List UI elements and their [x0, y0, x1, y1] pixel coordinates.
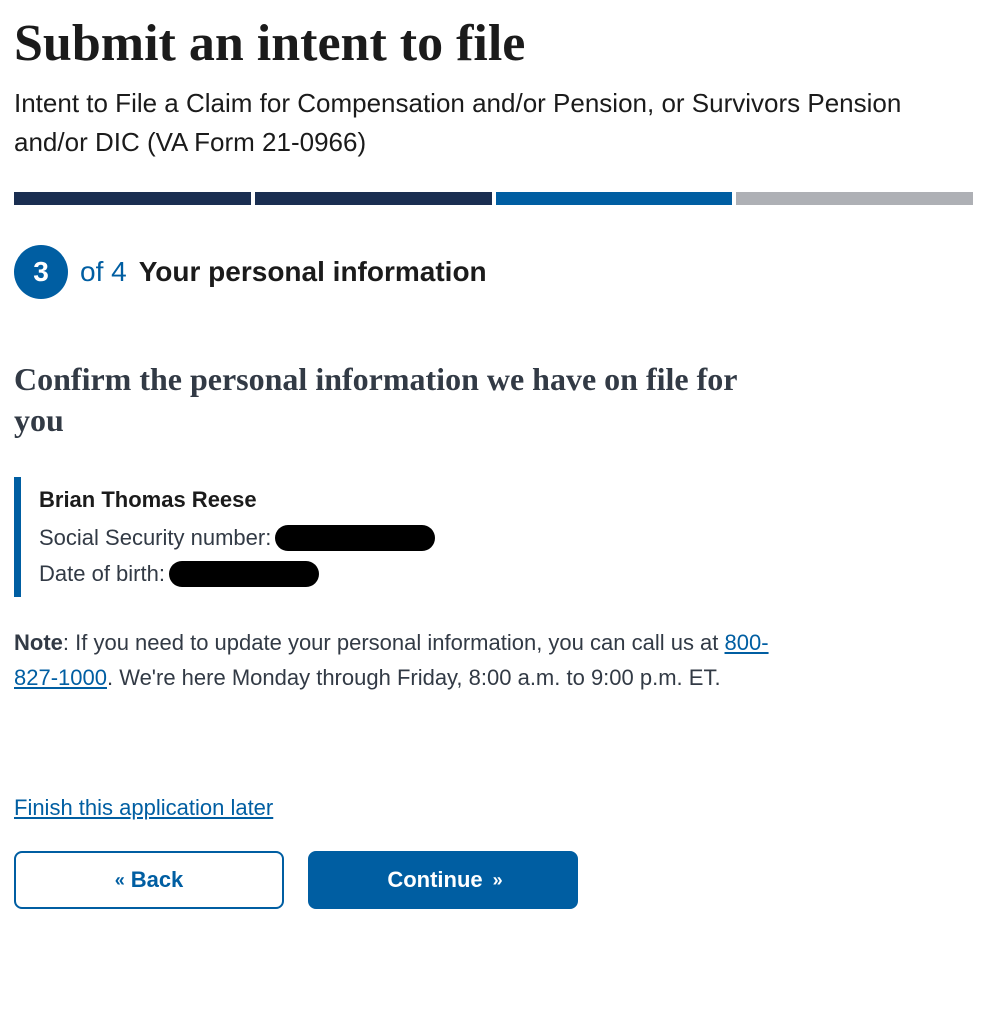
- progress-segment-2: [255, 192, 492, 205]
- continue-button[interactable]: Continue »: [308, 851, 578, 909]
- ssn-row: Social Security number:: [39, 525, 973, 551]
- step-header: 3 of 4 Your personal information: [14, 245, 973, 299]
- progress-bar: [14, 192, 973, 205]
- chevron-right-icon: »: [493, 870, 499, 891]
- dob-row: Date of birth:: [39, 561, 973, 587]
- note-label: Note: [14, 630, 63, 655]
- step-number-circle: 3: [14, 245, 68, 299]
- personal-name: Brian Thomas Reese: [39, 487, 973, 513]
- personal-info-card: Brian Thomas Reese Social Security numbe…: [14, 477, 973, 597]
- progress-segment-1: [14, 192, 251, 205]
- step-of-text: of 4: [80, 256, 127, 288]
- ssn-redacted: [275, 525, 435, 551]
- finish-later-link[interactable]: Finish this application later: [14, 795, 273, 821]
- back-button-label: Back: [131, 867, 184, 893]
- section-heading: Confirm the personal information we have…: [14, 359, 794, 442]
- back-button[interactable]: « Back: [14, 851, 284, 909]
- dob-redacted: [169, 561, 319, 587]
- page-title: Submit an intent to file: [14, 14, 973, 74]
- step-title: Your personal information: [139, 256, 487, 288]
- dob-label: Date of birth:: [39, 561, 165, 587]
- button-row: « Back Continue »: [14, 851, 973, 909]
- progress-segment-4: [736, 192, 973, 205]
- continue-button-label: Continue: [387, 867, 482, 893]
- note-text-before: : If you need to update your personal in…: [63, 630, 725, 655]
- page-subtitle: Intent to File a Claim for Compensation …: [14, 84, 973, 162]
- progress-segment-3: [496, 192, 733, 205]
- note-text-after: . We're here Monday through Friday, 8:00…: [107, 665, 721, 690]
- ssn-label: Social Security number:: [39, 525, 271, 551]
- chevron-left-icon: «: [115, 870, 121, 891]
- note-text: Note: If you need to update your persona…: [14, 625, 804, 695]
